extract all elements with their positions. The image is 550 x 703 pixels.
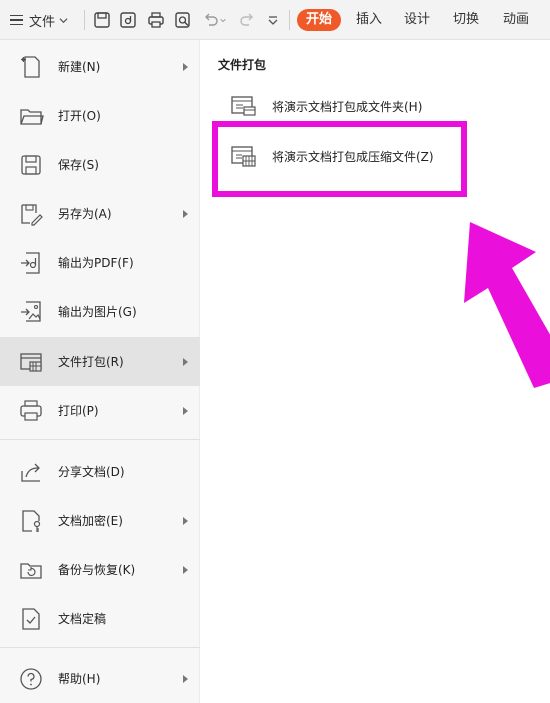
menu-item-finalize[interactable]: 文档定稿 — [0, 594, 200, 643]
menu-item-label: 文档加密(E) — [58, 514, 123, 528]
submenu-arrow-icon — [183, 565, 188, 574]
menu-item-save-as[interactable]: 另存为(A) — [0, 189, 200, 238]
menu-divider — [0, 439, 200, 440]
quick-access-toolbar: 文件 开始 插入 设计 切换 动画 — [0, 0, 550, 40]
package-folder-icon — [230, 95, 256, 117]
finalize-icon — [18, 606, 44, 632]
menu-item-label: 打印(P) — [58, 404, 99, 418]
menu-item-file-package[interactable]: 文件打包(R) — [0, 337, 200, 386]
menu-item-save[interactable]: 保存(S) — [0, 140, 200, 189]
submenu-arrow-icon — [183, 516, 188, 525]
menu-item-label: 备份与恢复(K) — [58, 563, 136, 577]
menu-item-export-image[interactable]: 输出为图片(G) — [0, 287, 200, 336]
menu-item-help[interactable]: 帮助(H) — [0, 654, 200, 703]
file-package-icon — [18, 349, 44, 375]
menu-item-label: 打开(O) — [58, 109, 101, 123]
menu-item-label: 新建(N) — [58, 60, 101, 74]
package-to-folder-item[interactable]: 将演示文档打包成文件夹(H) — [230, 91, 422, 121]
chevron-down-icon — [59, 17, 68, 23]
submenu-arrow-icon — [183, 674, 188, 683]
menu-item-label: 分享文档(D) — [58, 465, 125, 479]
menu-item-backup-restore[interactable]: 备份与恢复(K) — [0, 545, 200, 594]
submenu-arrow-icon — [183, 357, 188, 366]
submenu-arrow-icon — [183, 209, 188, 218]
submenu-item-label: 将演示文档打包成文件夹(H) — [272, 99, 423, 114]
annotation-highlight-box — [212, 121, 467, 197]
folder-open-icon — [18, 103, 44, 129]
submenu-arrow-icon — [183, 406, 188, 415]
menu-item-label: 帮助(H) — [58, 672, 101, 686]
menu-item-label: 文件打包(R) — [58, 355, 124, 369]
submenu-title: 文件打包 — [218, 58, 267, 72]
submenu-arrow-icon — [183, 62, 188, 71]
menu-item-label: 输出为图片(G) — [58, 305, 137, 319]
toolbar-divider — [289, 10, 290, 30]
menu-item-label: 文档定稿 — [58, 612, 107, 626]
redo-icon[interactable] — [236, 9, 258, 31]
encrypt-icon — [18, 508, 44, 534]
share-icon — [18, 459, 44, 485]
menu-item-encrypt[interactable]: 文档加密(E) — [0, 496, 200, 545]
file-menu-button[interactable]: 文件 — [4, 6, 80, 34]
menu-item-open[interactable]: 打开(O) — [0, 91, 200, 140]
file-menu-panel: 新建(N) 打开(O) 保存(S) 另存为(A) 输出为PDF(F) 输出为图片… — [0, 40, 200, 703]
export-image-icon — [18, 299, 44, 325]
save-as-icon — [18, 201, 44, 227]
hamburger-icon — [10, 14, 24, 26]
toolbar-divider — [84, 10, 85, 30]
menu-item-export-pdf[interactable]: 输出为PDF(F) — [0, 238, 200, 287]
menu-item-share[interactable]: 分享文档(D) — [0, 447, 200, 496]
menu-item-print[interactable]: 打印(P) — [0, 386, 200, 435]
export-pdf-icon — [18, 250, 44, 276]
menu-item-label: 输出为PDF(F) — [58, 256, 134, 270]
printer-icon — [18, 398, 44, 424]
save-icon[interactable] — [91, 9, 113, 31]
tab-insert[interactable]: 插入 — [354, 9, 384, 31]
menu-item-label: 另存为(A) — [58, 207, 112, 221]
menu-item-label: 保存(S) — [58, 158, 99, 172]
tab-animation[interactable]: 动画 — [501, 9, 531, 31]
tab-design[interactable]: 设计 — [402, 9, 432, 31]
undo-dropdown-icon[interactable] — [218, 9, 228, 31]
export-pdf-icon[interactable] — [117, 9, 139, 31]
backup-restore-icon — [18, 557, 44, 583]
printer-icon[interactable] — [145, 9, 167, 31]
tab-transition[interactable]: 切换 — [451, 9, 481, 31]
menu-divider — [0, 647, 200, 648]
customize-toolbar-icon[interactable] — [262, 9, 284, 31]
file-menu-label: 文件 — [29, 14, 56, 30]
help-icon — [18, 666, 44, 692]
menu-item-new[interactable]: 新建(N) — [0, 42, 200, 91]
new-file-icon — [18, 54, 44, 80]
save-icon — [18, 152, 44, 178]
print-preview-icon[interactable] — [172, 9, 194, 31]
tab-home[interactable]: 开始 — [297, 9, 342, 31]
